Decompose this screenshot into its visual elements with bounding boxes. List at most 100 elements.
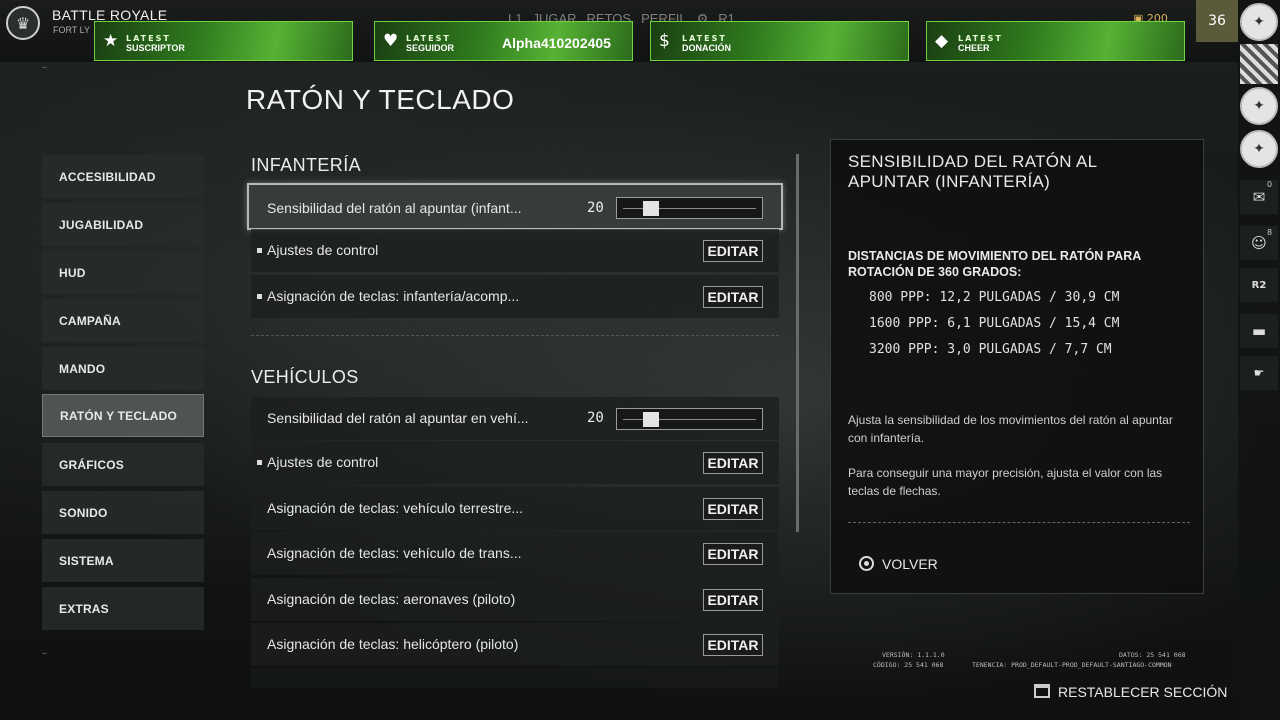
menu-item-hud[interactable]: HUD <box>42 251 204 294</box>
alert-line1: LATEST <box>126 34 171 43</box>
avatar[interactable]: ✦ <box>1240 87 1278 125</box>
mode-emblem-icon: ♛ <box>6 6 40 40</box>
mode-subtitle: FORT LY <box>53 25 91 35</box>
tenancy-info: TENENCIA: PROD_DEFAULT-PROD_DEFAULT-SANT… <box>972 661 1172 669</box>
mail-icon[interactable]: ✉ <box>1240 180 1278 214</box>
page-title: RATÓN Y TECLADO <box>246 84 515 115</box>
friends-icon[interactable]: ☺ <box>1240 226 1278 260</box>
edit-button[interactable]: EDITAR <box>703 634 763 656</box>
next-row-peek <box>251 668 779 688</box>
code-info: CÓDIGO: 25 541 068 <box>873 661 944 669</box>
alert-latest-donation: $ LATEST DONACIÓN <box>650 21 909 61</box>
setting-label: Ajustes de control <box>267 454 379 470</box>
alert-line1: LATEST <box>958 34 1003 43</box>
vehicle-sensitivity-slider[interactable] <box>616 408 763 430</box>
info-panel <box>830 139 1204 594</box>
avatar[interactable]: ✦ <box>1240 130 1278 168</box>
alert-line1: LATEST <box>682 34 727 43</box>
slider-value: 20 <box>587 410 604 426</box>
slider-value: 20 <box>587 200 604 216</box>
edit-button[interactable]: EDITAR <box>703 240 763 262</box>
qr-code <box>1240 44 1278 84</box>
menu-item-jugabilidad[interactable]: JUGABILIDAD <box>42 203 204 246</box>
alert-latest-subscriber: ★ LATEST SUSCRIPTOR <box>94 21 353 61</box>
bullet-marker <box>257 248 262 253</box>
menu-item-accesibilidad[interactable]: ACCESIBILIDAD <box>42 155 204 198</box>
r2-button[interactable]: R2 <box>1240 268 1278 302</box>
edit-button[interactable]: EDITAR <box>703 498 763 520</box>
dollar-icon: $ <box>659 31 670 51</box>
star-icon: ★ <box>103 31 119 51</box>
infantry-control-settings-row[interactable]: Ajustes de control EDITAR <box>251 229 779 272</box>
alert-line2: SUSCRIPTOR <box>126 43 185 53</box>
alert-value: Alpha410202405 <box>502 35 611 51</box>
infantry-keybind-row[interactable]: Asignación de teclas: infantería/acomp..… <box>251 275 779 318</box>
diamond-icon: ◆ <box>935 31 949 51</box>
section-title-infantry: INFANTERÍA <box>251 155 362 175</box>
setting-label: Sensibilidad del ratón al apuntar en veh… <box>267 410 529 426</box>
level-badge: 36 <box>1196 0 1238 42</box>
trash-icon <box>1034 684 1050 698</box>
menu-item-extras[interactable]: EXTRAS <box>42 587 204 630</box>
data-info: DATOS: 25 541 068 <box>1119 651 1186 659</box>
setting-label: Asignación de teclas: infantería/acomp..… <box>267 288 520 304</box>
alert-line2: SEGUIDOR <box>406 43 455 53</box>
menu-item-campana[interactable]: CAMPAÑA <box>42 299 204 342</box>
alert-latest-cheer: ◆ LATEST CHEER <box>926 21 1185 61</box>
slider-handle[interactable] <box>643 201 659 216</box>
edit-button[interactable]: EDITAR <box>703 543 763 565</box>
edit-button[interactable]: EDITAR <box>703 286 763 308</box>
alert-line2: CHEER <box>958 43 990 53</box>
chat-icon[interactable]: ▬ <box>1240 314 1278 348</box>
setting-label: Sensibilidad del ratón al apuntar (infan… <box>267 200 522 216</box>
panel-divider <box>848 522 1190 523</box>
infantry-sensitivity-row[interactable]: Sensibilidad del ratón al apuntar (infan… <box>247 183 783 230</box>
bullet-marker <box>257 460 262 465</box>
heart-icon: ♥ <box>383 31 399 51</box>
helicopter-keybind-row[interactable]: Asignación de teclas: helicóptero (pilot… <box>251 623 779 666</box>
edit-button[interactable]: EDITAR <box>703 452 763 474</box>
setting-label: Asignación de teclas: vehículo terrestre… <box>267 500 524 516</box>
menu-item-graficos[interactable]: GRÁFICOS <box>42 443 204 486</box>
setting-label: Asignación de teclas: helicóptero (pilot… <box>267 636 519 652</box>
reset-section-button[interactable]: RESTABLECER SECCIÓN <box>1058 684 1227 700</box>
setting-label: Asignación de teclas: aeronaves (piloto) <box>267 591 516 607</box>
edit-button[interactable]: EDITAR <box>703 589 763 611</box>
version-info: VERSIÓN: 1.1.1.0 <box>882 651 945 659</box>
back-button[interactable]: VOLVER <box>882 556 938 572</box>
description-hint: Para conseguir una mayor precisión, ajus… <box>848 466 1163 498</box>
description-text: Ajusta la sensibilidad de los movimiento… <box>848 413 1173 445</box>
setting-label: Ajustes de control <box>267 242 379 258</box>
vehicle-control-settings-row[interactable]: Ajustes de control EDITAR <box>251 441 779 484</box>
distance-line: 800 PPP: 12,2 PULGADAS / 30,9 CM <box>869 290 1120 305</box>
pointer-icon[interactable]: ☛ <box>1240 356 1278 390</box>
bullet-marker <box>257 294 262 299</box>
back-button-icon <box>859 556 874 571</box>
menu-divider: – <box>42 62 47 73</box>
vehicle-ground-keybind-row[interactable]: Asignación de teclas: vehículo terrestre… <box>251 487 779 530</box>
distance-line: 1600 PPP: 6,1 PULGADAS / 15,4 CM <box>869 316 1120 331</box>
alert-line2: DONACIÓN <box>682 43 731 53</box>
vehicle-transport-keybind-row[interactable]: Asignación de teclas: vehículo de trans.… <box>251 532 779 575</box>
infantry-sensitivity-slider[interactable] <box>616 197 763 219</box>
vehicle-sensitivity-row[interactable]: Sensibilidad del ratón al apuntar en veh… <box>251 397 779 440</box>
distance-line: 3200 PPP: 3,0 PULGADAS / 7,7 CM <box>869 342 1112 357</box>
aircraft-keybind-row[interactable]: Asignación de teclas: aeronaves (piloto)… <box>251 578 779 621</box>
friends-count: 8 <box>1267 228 1273 237</box>
menu-divider: – <box>42 648 47 659</box>
settings-scrollbar[interactable] <box>796 154 799 532</box>
mail-count: 0 <box>1267 180 1273 189</box>
avatar[interactable]: ✦ <box>1240 3 1278 41</box>
menu-item-sonido[interactable]: SONIDO <box>42 491 204 534</box>
menu-item-sistema[interactable]: SISTEMA <box>42 539 204 582</box>
section-divider <box>251 335 779 336</box>
slider-handle[interactable] <box>643 412 659 427</box>
menu-item-raton-teclado[interactable]: RATÓN Y TECLADO <box>42 394 204 437</box>
info-panel-title: SENSIBILIDAD DEL RATÓN AL APUNTAR (INFAN… <box>848 152 1097 191</box>
alert-latest-follower: ♥ LATEST SEGUIDOR Alpha410202405 <box>374 21 633 61</box>
section-title-vehicles: VEHÍCULOS <box>251 367 359 387</box>
setting-label: Asignación de teclas: vehículo de trans.… <box>267 545 522 561</box>
alert-line1: LATEST <box>406 34 451 43</box>
menu-item-mando[interactable]: MANDO <box>42 347 204 390</box>
distance-heading: DISTANCIAS DE MOVIMIENTO DEL RATÓN PARA … <box>848 249 1141 279</box>
